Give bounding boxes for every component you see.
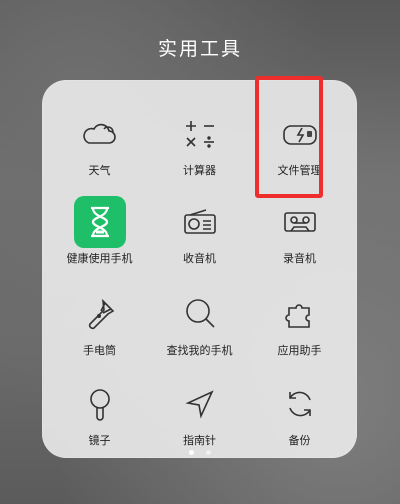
app-label: 收音机 [183, 252, 216, 265]
app-weather[interactable]: 天气 [47, 96, 152, 190]
calculator-icon [174, 108, 226, 160]
app-digital-wellbeing[interactable]: 健康使用手机 [47, 184, 152, 278]
app-assistant[interactable]: 应用助手 [247, 276, 352, 370]
compass-icon [174, 378, 226, 430]
app-label: 应用助手 [277, 344, 322, 357]
backup-icon [274, 378, 326, 430]
app-label: 天气 [88, 164, 111, 177]
find-phone-icon [174, 288, 226, 340]
flashlight-icon [74, 288, 126, 340]
page-dot [205, 450, 211, 455]
recorder-icon [274, 196, 326, 248]
app-calculator[interactable]: 计算器 [147, 96, 252, 190]
highlight-box [255, 76, 323, 198]
mirror-icon [74, 378, 126, 430]
app-label: 录音机 [283, 252, 316, 265]
app-radio[interactable]: 收音机 [147, 184, 252, 278]
app-find-my-phone[interactable]: 查找我的手机 [147, 276, 252, 370]
folder-title: 实用工具 [157, 38, 242, 60]
puzzle-icon [274, 288, 326, 340]
page-dot-active [189, 450, 195, 455]
app-label: 健康使用手机 [66, 252, 133, 265]
app-label: 手电筒 [83, 344, 116, 357]
app-recorder[interactable]: 录音机 [247, 184, 352, 278]
app-label: 查找我的手机 [166, 344, 233, 357]
cloud-icon [74, 108, 126, 160]
page-indicator [0, 440, 400, 459]
app-label: 计算器 [183, 164, 216, 177]
radio-icon [174, 196, 226, 248]
hourglass-icon [73, 196, 126, 248]
app-flashlight[interactable]: 手电筒 [47, 276, 152, 370]
